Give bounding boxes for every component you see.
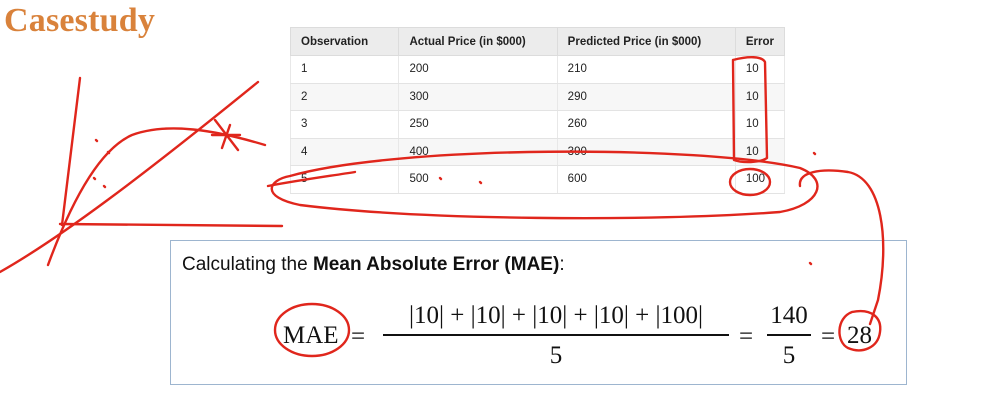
table-cell: 10 bbox=[734, 55, 786, 84]
table-row: 1 200 210 10 bbox=[289, 55, 786, 84]
mae-intro-bold: Mean Absolute Error (MAE) bbox=[312, 254, 560, 275]
sketch-x-axis bbox=[58, 222, 284, 228]
table-cell: 600 bbox=[556, 165, 736, 194]
table-row: 4 400 390 10 bbox=[289, 138, 786, 166]
fraction-numerator: 140 bbox=[770, 302, 808, 329]
table-cell: 210 bbox=[556, 55, 736, 84]
page-title: Casestudy bbox=[4, 2, 156, 39]
table-cell: 10 bbox=[734, 110, 786, 139]
equals-sign: = bbox=[821, 323, 836, 350]
table-cell: 10 bbox=[734, 83, 786, 111]
table-cell: 400 bbox=[398, 138, 558, 166]
table-cell: 10 bbox=[734, 138, 786, 166]
fraction-denominator: 5 bbox=[782, 342, 796, 369]
table-cell: 290 bbox=[556, 83, 736, 111]
table-cell: 5 bbox=[289, 165, 400, 194]
table-cell: 1 bbox=[289, 55, 400, 84]
mae-intro-prefix: Calculating the bbox=[182, 254, 308, 275]
table-cell: 390 bbox=[556, 138, 736, 166]
fraction-bar bbox=[767, 334, 811, 336]
table-cell: 200 bbox=[398, 55, 558, 84]
table-row: 5 500 600 100 bbox=[289, 165, 786, 194]
mae-calculation-box: Calculating the Mean Absolute Error (MAE… bbox=[170, 240, 907, 385]
price-table: Observation Actual Price (in $000) Predi… bbox=[289, 27, 786, 194]
column-header: Predicted Price (in $000) bbox=[556, 27, 736, 56]
mae-result: 28 bbox=[847, 322, 872, 349]
mae-symbol: MAE bbox=[283, 322, 339, 349]
sketch-y-axis bbox=[60, 76, 82, 227]
table-header-row: Observation Actual Price (in $000) Predi… bbox=[289, 27, 786, 56]
table-cell: 3 bbox=[289, 110, 400, 139]
equals-sign: = bbox=[351, 323, 366, 350]
mae-intro-suffix: : bbox=[559, 254, 565, 275]
table-row: 2 300 290 10 bbox=[289, 83, 786, 111]
fraction-bar bbox=[383, 334, 729, 336]
sketch-star bbox=[210, 118, 242, 152]
column-header: Error bbox=[734, 27, 786, 56]
column-header: Actual Price (in $000) bbox=[398, 27, 558, 56]
table-cell: 100 bbox=[734, 165, 786, 194]
column-header: Observation bbox=[289, 27, 400, 56]
fraction-numerator: |10| + |10| + |10| + |10| + |100| bbox=[409, 302, 703, 329]
mae-intro: Calculating the Mean Absolute Error (MAE… bbox=[182, 254, 565, 276]
table-cell: 4 bbox=[289, 138, 400, 166]
equals-sign: = bbox=[739, 323, 754, 350]
fraction-denominator: 5 bbox=[549, 342, 563, 369]
table-cell: 260 bbox=[556, 110, 736, 139]
table-cell: 500 bbox=[398, 165, 558, 194]
table-cell: 250 bbox=[398, 110, 558, 139]
table-cell: 300 bbox=[398, 83, 558, 111]
table-row: 3 250 260 10 bbox=[289, 110, 786, 139]
table-cell: 2 bbox=[289, 83, 400, 111]
